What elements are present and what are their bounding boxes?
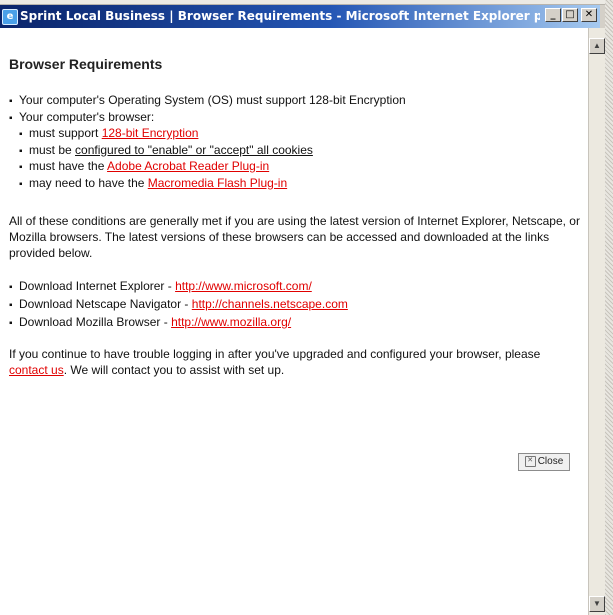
bullet-icon: ▪	[9, 282, 13, 293]
scroll-down-button[interactable]: ▼	[589, 596, 605, 612]
bullet-icon: ▪	[9, 112, 13, 124]
scroll-up-button[interactable]: ▲	[589, 38, 605, 54]
bullet-icon: ▪	[9, 318, 13, 329]
support-text: If you continue to have trouble logging …	[9, 347, 541, 361]
browser-requirements-sublist: ▪ must support 128-bit Encryption ▪ must b…	[9, 126, 406, 192]
list-item: ▪ must have the Adobe Acrobat Reader Plug…	[19, 159, 406, 176]
window-title: Sprint Local Business | Browser Requirem…	[20, 9, 540, 23]
downloads-list: ▪ Download Internet Explorer - http://www…	[9, 278, 348, 332]
bullet-icon: ▪	[9, 300, 13, 311]
contact-us-link[interactable]: contact us	[9, 363, 64, 377]
list-item: ▪ may need to have the Macromedia Flash P…	[19, 176, 406, 193]
requirement-text: may need to have the	[29, 175, 148, 190]
window-resize-edge	[605, 0, 613, 615]
page-title: Browser Requirements	[9, 56, 163, 72]
window-close-button[interactable]: ✕	[581, 8, 597, 22]
list-item: ▪ Download Internet Explorer - http://www…	[9, 278, 348, 296]
cookies-requirement: configured to "enable" or "accept" all c…	[75, 142, 313, 157]
support-text-end: . We will contact you to assist with set…	[63, 363, 285, 377]
close-button[interactable]: ✕ Close	[518, 453, 570, 471]
mozilla-link[interactable]: http://www.mozilla.org/	[171, 315, 291, 329]
vertical-scrollbar[interactable]: ▲ ▼	[588, 28, 605, 615]
microsoft-link[interactable]: http://www.microsoft.com/	[175, 279, 312, 293]
bullet-icon: ▪	[19, 178, 23, 190]
close-icon: ✕	[524, 455, 536, 467]
requirement-text: must be	[29, 142, 76, 157]
encryption-link[interactable]: 128-bit Encryption	[102, 126, 199, 140]
browser-info-paragraph: All of these conditions are generally me…	[9, 214, 580, 260]
bullet-icon: ▪	[19, 129, 23, 140]
maximize-button[interactable]: □	[562, 8, 578, 22]
flash-plugin-link[interactable]: Macromedia Flash Plug-in	[148, 176, 287, 190]
requirement-text: must have the	[29, 159, 108, 173]
bullet-icon: ▪	[19, 145, 23, 157]
list-item: ▪ must support 128-bit Encryption	[19, 126, 406, 143]
list-item: ▪ must be configured to "enable" or "acce…	[19, 143, 406, 160]
support-paragraph: If you continue to have trouble logging …	[9, 346, 581, 378]
requirement-browser: Your computer's browser:	[19, 109, 155, 124]
download-label: Download Mozilla Browser -	[19, 315, 172, 329]
list-item: ▪ Your computer's browser: ▪ must support …	[9, 110, 406, 193]
page-content: Browser Requirements ▪ Your computer's Op…	[0, 28, 588, 615]
minimize-button[interactable]: _	[545, 8, 561, 22]
download-label: Download Netscape Navigator -	[19, 297, 192, 311]
bullet-icon: ▪	[9, 96, 13, 107]
requirement-text: must support	[29, 126, 102, 140]
requirements-list: ▪ Your computer's Operating System (OS) m…	[9, 93, 406, 192]
netscape-link[interactable]: http://channels.netscape.com	[192, 297, 348, 311]
list-item: ▪ Download Mozilla Browser - http://www.m…	[9, 314, 348, 332]
window-titlebar[interactable]: e Sprint Local Business | Browser Requir…	[0, 5, 600, 28]
requirement-os: Your computer's Operating System (OS) mu…	[19, 93, 406, 107]
list-item: ▪ Download Netscape Navigator - http://ch…	[9, 296, 348, 314]
close-button-label: Close	[537, 456, 564, 467]
download-label: Download Internet Explorer -	[19, 279, 176, 293]
acrobat-plugin-link[interactable]: Adobe Acrobat Reader Plug-in	[107, 159, 269, 173]
bullet-icon: ▪	[19, 162, 23, 173]
ie-page-icon: e	[2, 9, 18, 25]
list-item: ▪ Your computer's Operating System (OS) m…	[9, 93, 406, 110]
